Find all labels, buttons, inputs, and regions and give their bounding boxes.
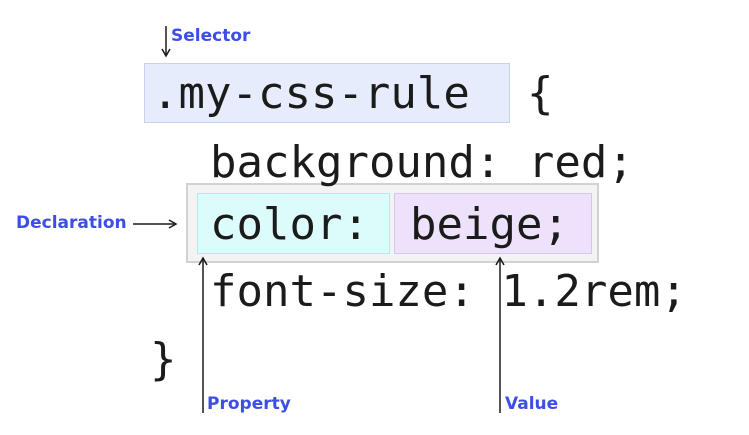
annotation-arrows bbox=[133, 26, 505, 413]
